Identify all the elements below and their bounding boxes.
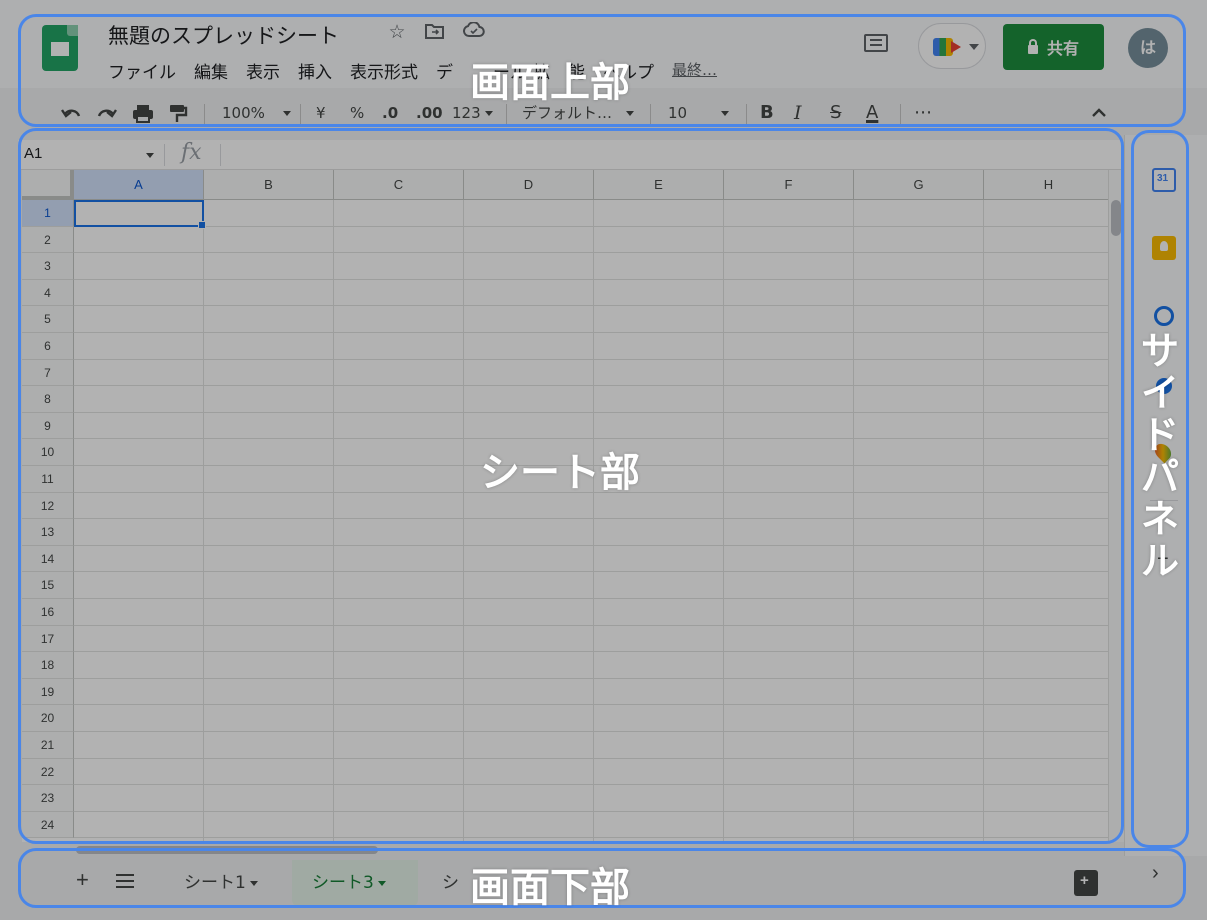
label-side-char: ネ [1140,497,1179,541]
label-top-area: 画面上部 [470,60,630,106]
label-side-char: イ [1140,371,1179,415]
label-side-char: パ [1140,455,1179,499]
label-side-char: ル [1140,539,1179,583]
label-side-panel: サ イ ド パ ネ ル [1135,330,1185,582]
label-sheet-area: シート部 [480,450,640,496]
label-side-char: ド [1140,413,1179,457]
label-bottom-area: 画面下部 [470,865,630,911]
label-side-char: サ [1140,329,1179,373]
